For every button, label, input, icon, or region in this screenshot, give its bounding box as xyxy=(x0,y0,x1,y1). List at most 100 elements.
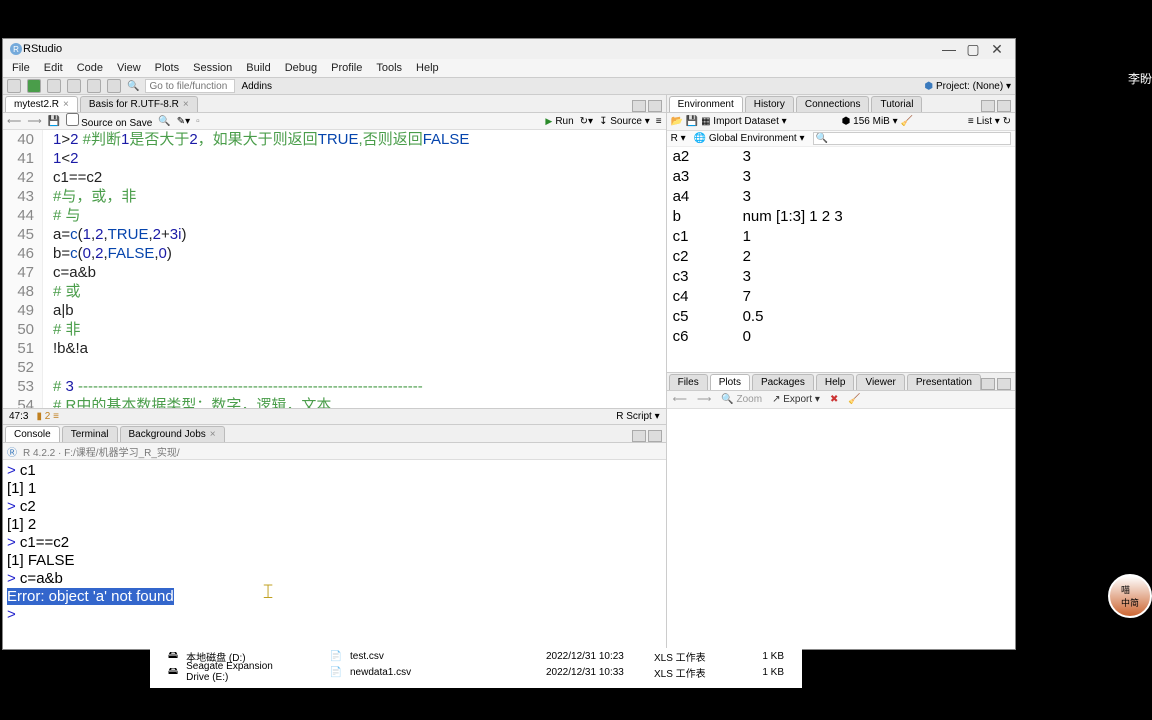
export-button[interactable]: ↗ Export ▾ xyxy=(772,394,820,405)
source-tab-basis[interactable]: Basis for R.UTF-8.R× xyxy=(80,96,198,112)
file-type-label[interactable]: R Script ▾ xyxy=(616,411,659,422)
menu-profile[interactable]: Profile xyxy=(324,62,369,74)
memory-usage[interactable]: ⬢ 156 MiB ▾ xyxy=(842,116,898,127)
close-icon[interactable]: × xyxy=(63,99,69,110)
source-tab-mytest2[interactable]: mytest2.R× xyxy=(5,96,78,112)
tab-history[interactable]: History xyxy=(745,96,794,112)
save-icon[interactable]: 💾 xyxy=(686,116,698,127)
env-selector[interactable]: 🌐 Global Environment ▾ xyxy=(694,133,805,144)
env-search[interactable] xyxy=(813,132,1011,145)
env-row[interactable]: c22 xyxy=(667,247,1015,267)
lang-selector[interactable]: R ▾ xyxy=(671,133,686,144)
env-row[interactable]: c11 xyxy=(667,227,1015,247)
menu-build[interactable]: Build xyxy=(239,62,277,74)
main-toolbar: 🔍 Addins ⬢ Project: (None) ▾ xyxy=(3,77,1015,95)
tab-terminal[interactable]: Terminal xyxy=(62,426,118,442)
menu-view[interactable]: View xyxy=(110,62,148,74)
tab-files[interactable]: Files xyxy=(669,374,708,390)
avatar: 喵中简 xyxy=(1108,574,1152,618)
minimize-button[interactable]: — xyxy=(937,41,961,57)
open-file-icon[interactable] xyxy=(47,79,61,93)
env-scope: R ▾ 🌐 Global Environment ▾ xyxy=(667,131,1015,147)
new-project-icon[interactable] xyxy=(27,79,41,93)
zoom-button[interactable]: 🔍 Zoom xyxy=(721,394,762,405)
file-explorer[interactable]: 🖴本地磁盘 (D:) 🖴Seagate Expansion Drive (E:)… xyxy=(150,648,802,688)
tab-environment[interactable]: Environment xyxy=(669,96,743,112)
env-row[interactable]: c50.5 xyxy=(667,307,1015,327)
pane-minimize-icon[interactable] xyxy=(632,100,646,112)
clear-all-icon[interactable]: 🧹 xyxy=(848,394,860,405)
pane-maximize-icon[interactable] xyxy=(997,378,1011,390)
goto-input[interactable] xyxy=(145,79,235,93)
plot-forward-icon[interactable]: ⟶ xyxy=(697,394,711,405)
close-button[interactable]: ✕ xyxy=(985,41,1009,58)
tab-bgjobs[interactable]: Background Jobs× xyxy=(120,426,225,442)
maximize-button[interactable]: ▢ xyxy=(961,41,985,58)
tab-packages[interactable]: Packages xyxy=(752,374,814,390)
env-row[interactable]: c47 xyxy=(667,287,1015,307)
env-row[interactable]: c60 xyxy=(667,327,1015,347)
list-view-toggle[interactable]: ≡ List ▾ xyxy=(968,116,1000,127)
menu-bar: File Edit Code View Plots Session Build … xyxy=(3,59,1015,77)
find-icon[interactable]: 🔍 xyxy=(158,116,170,127)
pane-maximize-icon[interactable] xyxy=(997,100,1011,112)
tab-connections[interactable]: Connections xyxy=(796,96,870,112)
save-icon[interactable] xyxy=(67,79,81,93)
menu-plots[interactable]: Plots xyxy=(148,62,186,74)
menu-debug[interactable]: Debug xyxy=(278,62,324,74)
pane-maximize-icon[interactable] xyxy=(648,100,662,112)
broom-icon[interactable]: 🧹 xyxy=(900,116,912,127)
save-all-icon[interactable] xyxy=(87,79,101,93)
env-row[interactable]: a33 xyxy=(667,167,1015,187)
refresh-icon[interactable]: ↻ xyxy=(1003,116,1011,127)
back-icon[interactable]: ⟵ xyxy=(7,116,21,127)
forward-icon[interactable]: ⟶ xyxy=(27,116,41,127)
pane-minimize-icon[interactable] xyxy=(981,100,995,112)
tab-plots[interactable]: Plots xyxy=(710,374,750,390)
menu-tools[interactable]: Tools xyxy=(369,62,409,74)
pane-minimize-icon[interactable] xyxy=(632,430,646,442)
tab-help[interactable]: Help xyxy=(816,374,855,390)
menu-session[interactable]: Session xyxy=(186,62,239,74)
env-row[interactable]: a23 xyxy=(667,147,1015,167)
section-indicator: ▮ 2 ≡ xyxy=(36,411,58,422)
menu-file[interactable]: File xyxy=(5,62,37,74)
new-file-icon[interactable] xyxy=(7,79,21,93)
code-editor[interactable]: 401>2 #判断1是否大于2，如果大于则返回TRUE,否则返回FALSE411… xyxy=(3,130,666,408)
console-tabs: Console Terminal Background Jobs× xyxy=(3,425,666,443)
rerun-icon[interactable]: ↻▾ xyxy=(580,116,593,127)
plot-back-icon[interactable]: ⟵ xyxy=(673,394,687,405)
source-button[interactable]: ↧ Source ▾ xyxy=(599,116,650,127)
env-row[interactable]: c33 xyxy=(667,267,1015,287)
project-label[interactable]: ⬢ Project: (None) ▾ xyxy=(924,81,1011,92)
env-row[interactable]: a43 xyxy=(667,187,1015,207)
menu-help[interactable]: Help xyxy=(409,62,446,74)
file-row[interactable]: 📄 test.csv 2022/12/31 10:23 XLS 工作表 1 KB xyxy=(312,648,802,664)
remove-plot-icon[interactable]: ✖ xyxy=(830,394,838,405)
close-icon[interactable]: × xyxy=(183,99,189,110)
pane-maximize-icon[interactable] xyxy=(648,430,662,442)
tab-console[interactable]: Console xyxy=(5,426,60,442)
load-icon[interactable]: 📂 xyxy=(671,116,683,127)
report-icon[interactable]: ▫ xyxy=(196,116,200,127)
file-row[interactable]: 📄 newdata1.csv 2022/12/31 10:33 XLS 工作表 … xyxy=(312,664,802,680)
save-icon[interactable]: 💾 xyxy=(48,116,60,127)
outline-icon[interactable]: ≡ xyxy=(656,116,662,127)
pane-minimize-icon[interactable] xyxy=(981,378,995,390)
source-on-save-check[interactable]: Source on Save xyxy=(66,113,152,129)
print-icon[interactable] xyxy=(107,79,121,93)
wand-icon[interactable]: ✎▾ xyxy=(177,116,190,127)
tab-presentation[interactable]: Presentation xyxy=(907,374,981,390)
console-output[interactable]: 𝙸 > c1[1] 1> c2[1] 2> c1==c2[1] FALSE> c… xyxy=(3,460,666,649)
tab-tutorial[interactable]: Tutorial xyxy=(871,96,922,112)
drive-icon: 🖴 xyxy=(168,664,178,681)
run-button[interactable]: Run xyxy=(545,116,573,127)
menu-code[interactable]: Code xyxy=(70,62,110,74)
import-dataset-button[interactable]: ▦ Import Dataset ▾ xyxy=(701,116,787,127)
env-table[interactable]: a23a33a43bnum [1:3] 1 2 3c11c22c33c47c50… xyxy=(667,147,1015,372)
menu-edit[interactable]: Edit xyxy=(37,62,70,74)
addins-dropdown[interactable]: Addins xyxy=(241,81,272,92)
tab-viewer[interactable]: Viewer xyxy=(856,374,904,390)
env-row[interactable]: bnum [1:3] 1 2 3 xyxy=(667,207,1015,227)
drive-e[interactable]: Seagate Expansion Drive (E:) xyxy=(186,661,293,683)
